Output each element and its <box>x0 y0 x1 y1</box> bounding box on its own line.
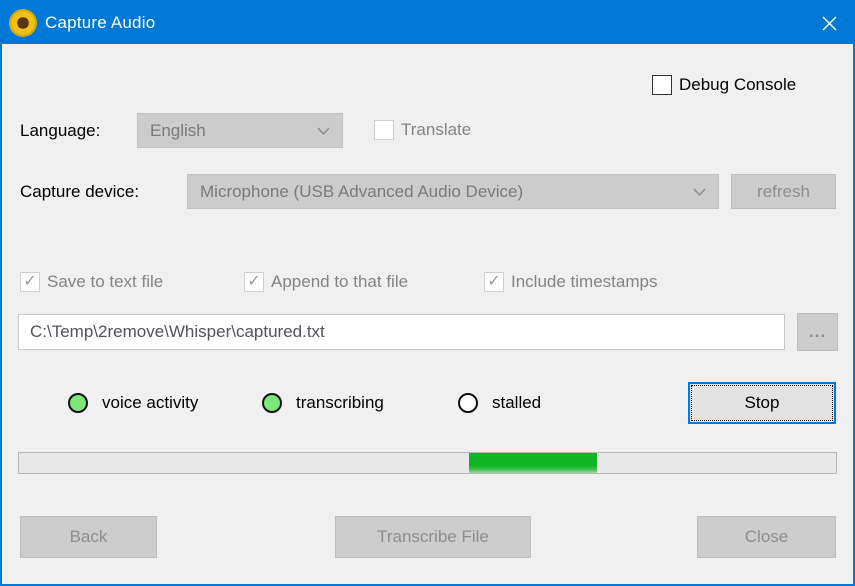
close-button[interactable] <box>805 2 853 44</box>
titlebar: Capture Audio <box>2 2 853 44</box>
chevron-down-icon <box>693 188 706 196</box>
close-dialog-button: Close <box>697 516 836 558</box>
capture-device-label: Capture device: <box>20 182 139 202</box>
back-button: Back <box>20 516 157 558</box>
append-to-file-checkbox-box: ✓ <box>244 272 264 292</box>
debug-console-label: Debug Console <box>679 75 796 95</box>
stalled-light <box>458 393 478 413</box>
debug-console-checkbox-box[interactable] <box>652 75 672 95</box>
include-timestamps-checkbox-box: ✓ <box>484 272 504 292</box>
translate-checkbox: Translate <box>374 120 471 140</box>
capture-audio-dialog: Capture Audio Debug Console Language: En… <box>0 0 855 586</box>
voice-activity-label: voice activity <box>102 393 198 413</box>
include-timestamps-checkbox: ✓ Include timestamps <box>484 272 657 292</box>
browse-button: ... <box>797 313 838 351</box>
progress-bar <box>18 452 837 474</box>
save-to-text-file-checkbox: ✓ Save to text file <box>20 272 163 292</box>
transcribing-label: transcribing <box>296 393 384 413</box>
stalled-indicator: stalled <box>458 393 541 413</box>
capture-device-dropdown: Microphone (USB Advanced Audio Device) <box>187 174 719 209</box>
progress-fill <box>469 453 597 473</box>
refresh-button: refresh <box>731 174 836 209</box>
language-value: English <box>150 121 317 141</box>
debug-console-checkbox[interactable]: Debug Console <box>652 75 796 95</box>
include-timestamps-label: Include timestamps <box>511 272 657 292</box>
capture-device-value: Microphone (USB Advanced Audio Device) <box>200 182 693 202</box>
voice-activity-light <box>68 393 88 413</box>
append-to-file-checkbox: ✓ Append to that file <box>244 272 408 292</box>
language-label: Language: <box>20 121 100 141</box>
language-dropdown: English <box>137 113 343 148</box>
stalled-label: stalled <box>492 393 541 413</box>
translate-label: Translate <box>401 120 471 140</box>
close-icon <box>822 16 837 31</box>
voice-activity-indicator: voice activity <box>68 393 198 413</box>
save-to-text-file-label: Save to text file <box>47 272 163 292</box>
window-title: Capture Audio <box>45 13 155 33</box>
sunflower-icon <box>11 11 35 35</box>
save-to-text-file-checkbox-box: ✓ <box>20 272 40 292</box>
chevron-down-icon <box>317 127 330 135</box>
file-path-input[interactable] <box>18 314 785 350</box>
append-to-file-label: Append to that file <box>271 272 408 292</box>
transcribing-light <box>262 393 282 413</box>
stop-button[interactable]: Stop <box>688 382 836 424</box>
translate-checkbox-box <box>374 120 394 140</box>
transcribing-indicator: transcribing <box>262 393 384 413</box>
transcribe-file-button: Transcribe File <box>335 516 531 558</box>
